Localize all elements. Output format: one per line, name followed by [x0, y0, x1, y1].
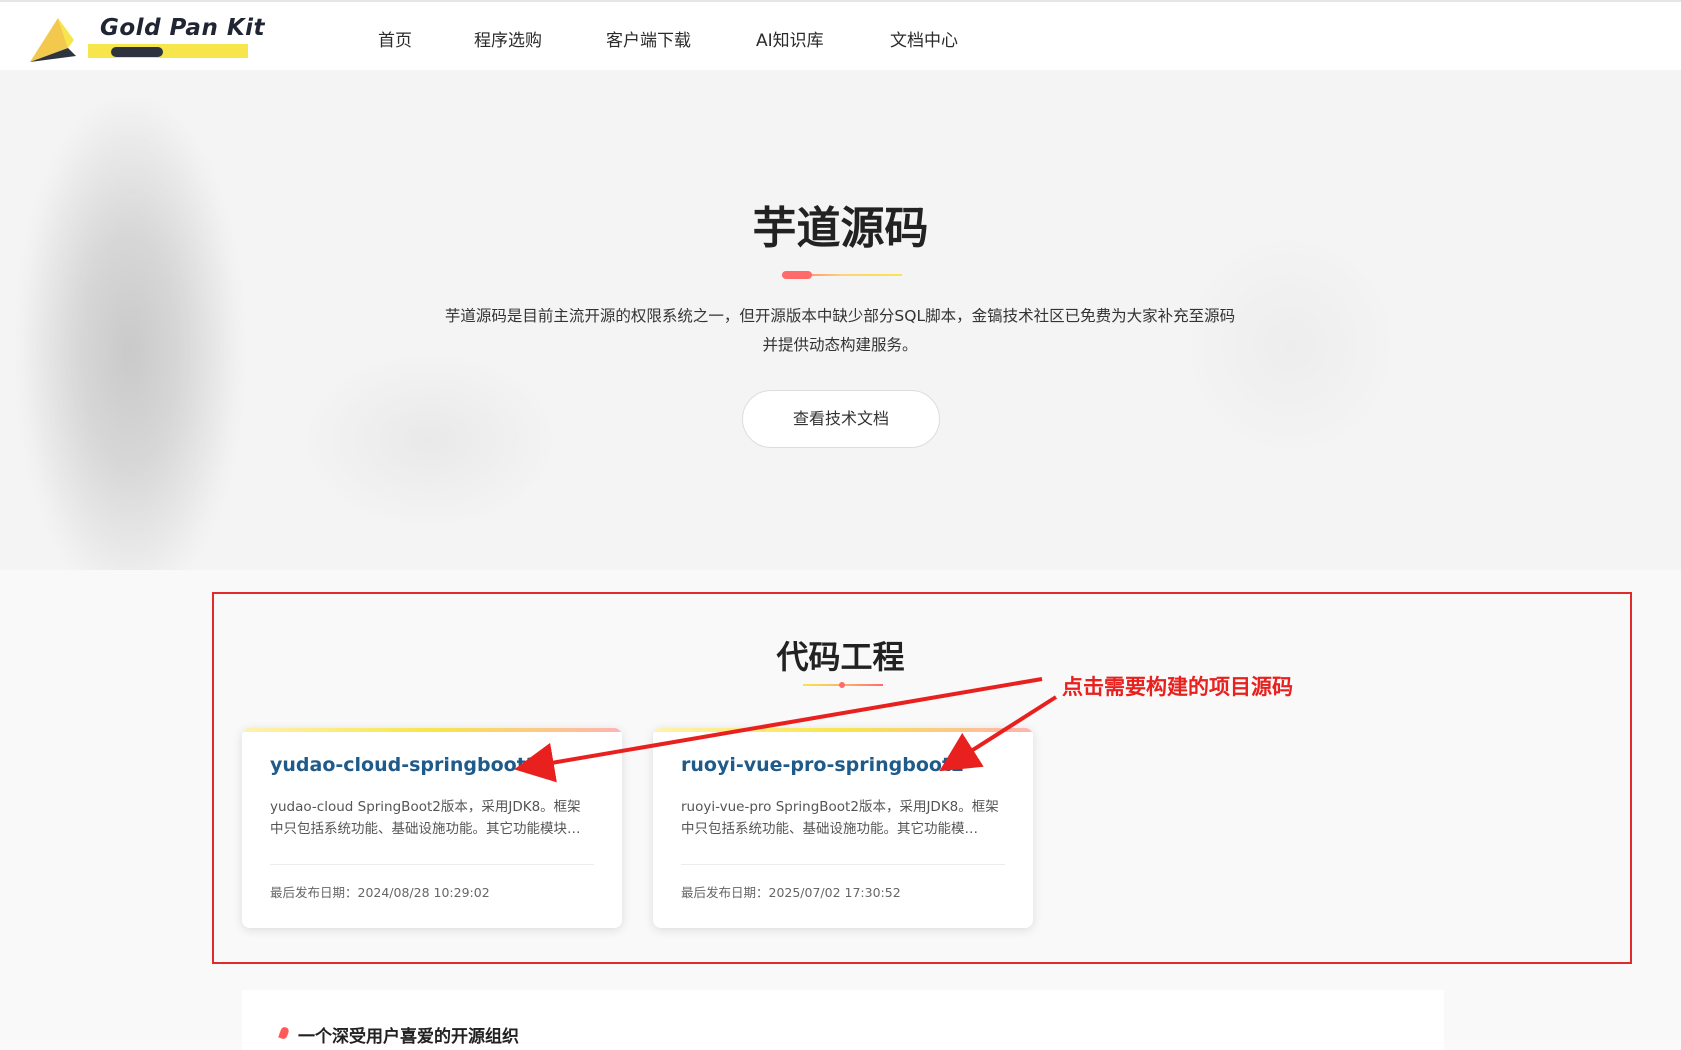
logo-text: Gold Pan Kit: [100, 15, 266, 41]
hero-section: 芋道源码 芋道源码是目前主流开源的权限系统之一，但开源版本中缺少部分SQL脚本，…: [0, 70, 1681, 570]
logo-mark-icon: [30, 18, 76, 62]
hero-divider: [782, 270, 902, 280]
bottom-heading: 一个深受用户喜爱的开源组织: [298, 1027, 519, 1047]
hero-description: 芋道源码是目前主流开源的权限系统之一，但开源版本中缺少部分SQL脚本，金镐技术社…: [444, 307, 1236, 354]
view-docs-button[interactable]: 查看技术文档: [742, 390, 940, 448]
hero-background-blur: [300, 350, 560, 530]
hero-background-blur: [20, 100, 240, 570]
nav-item-docs-center[interactable]: 文档中心: [890, 26, 958, 51]
marker-icon: [278, 1025, 290, 1041]
bottom-panel: 一个深受用户喜爱的开源组织: [242, 990, 1444, 1050]
nav-item-ai-knowledge[interactable]: AI知识库: [756, 26, 824, 51]
hero-title: 芋道源码: [752, 203, 929, 254]
nav-item-home[interactable]: 首页: [378, 26, 412, 51]
logo[interactable]: Gold Pan Kit: [28, 12, 265, 64]
nav-item-program-purchase[interactable]: 程序选购: [474, 26, 542, 51]
annotation-text: 点击需要构建的项目源码: [1062, 675, 1293, 699]
logo-pill: [111, 47, 163, 57]
highlight-box: [212, 592, 1632, 964]
nav-item-client-download[interactable]: 客户端下载: [606, 26, 691, 51]
top-navigation-bar: Gold Pan Kit 首页 程序选购 客户端下载 AI知识库 文档中心: [0, 0, 1681, 70]
